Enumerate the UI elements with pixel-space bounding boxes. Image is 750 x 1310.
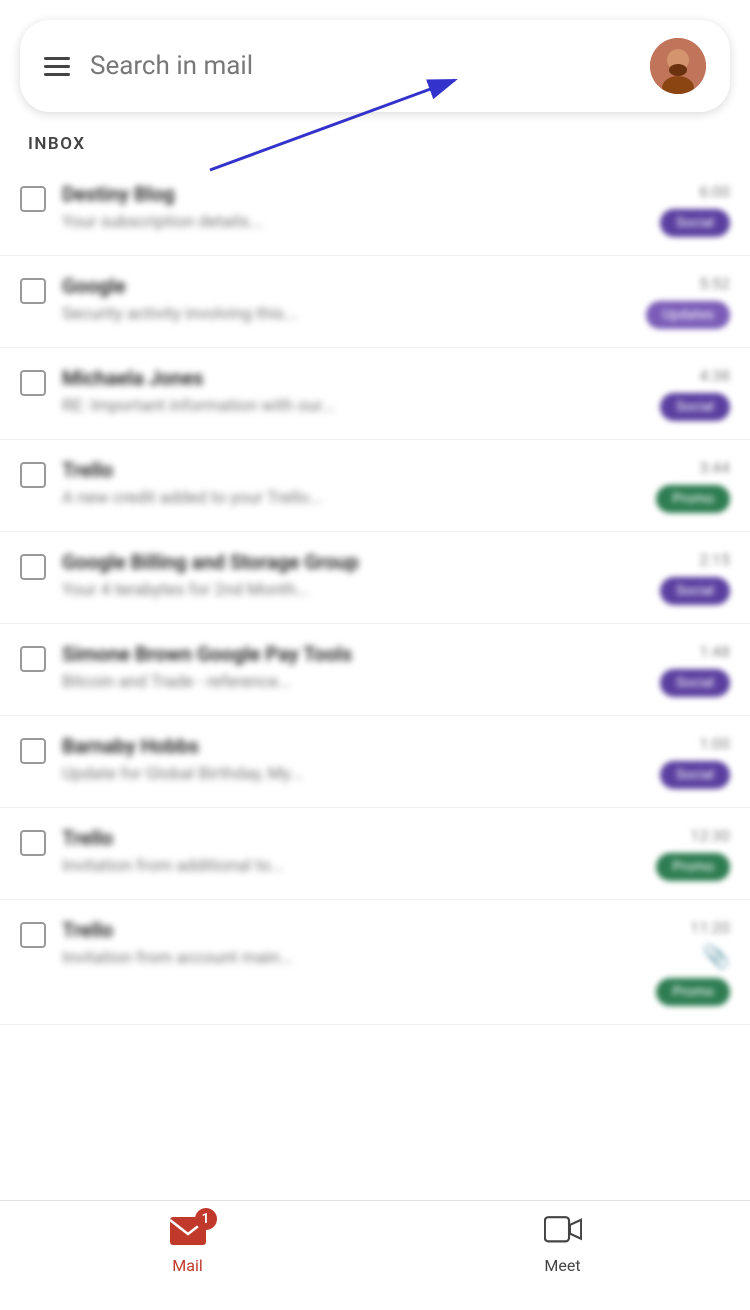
email-content: Trello Invitation from account main... — [62, 918, 646, 968]
email-sender: Simone Brown Google Pay Tools — [62, 642, 462, 666]
email-preview: RE: Important information with our... — [62, 396, 512, 416]
checkbox[interactable] — [20, 186, 46, 212]
email-meta: 1:48 Social — [660, 642, 730, 697]
email-sender: Google Billing and Storage Group — [62, 550, 462, 574]
email-meta: 5:52 Updates — [646, 274, 730, 329]
email-sender: Destiny Blog — [62, 182, 462, 206]
email-meta: 2:15 Social — [660, 550, 730, 605]
email-time: 5:52 — [699, 274, 730, 293]
email-item[interactable]: Destiny Blog Your subscription details..… — [0, 164, 750, 256]
email-checkbox-7[interactable] — [20, 738, 46, 764]
email-item[interactable]: Trello A new credit added to your Trello… — [0, 440, 750, 532]
email-checkbox-9[interactable] — [20, 922, 46, 948]
email-content: Trello A new credit added to your Trello… — [62, 458, 646, 508]
email-sender: Michaela Jones — [62, 366, 462, 390]
checkbox[interactable] — [20, 646, 46, 672]
email-checkbox-4[interactable] — [20, 462, 46, 488]
inbox-label: INBOX — [0, 112, 750, 164]
bottom-navigation: 1 Mail Meet — [0, 1200, 750, 1290]
email-time: 6:00 — [699, 182, 730, 201]
nav-mail[interactable]: 1 Mail — [129, 1208, 247, 1283]
email-meta: 6:00 Social — [660, 182, 730, 237]
avatar[interactable] — [650, 38, 706, 94]
mail-badge-count: 1 — [195, 1208, 217, 1230]
email-preview: A new credit added to your Trello... — [62, 488, 512, 508]
email-meta: 1:00 Social — [660, 734, 730, 789]
email-item[interactable]: Trello Invitation from account main... 1… — [0, 900, 750, 1025]
checkbox[interactable] — [20, 922, 46, 948]
email-item[interactable]: Simone Brown Google Pay Tools Bitcoin an… — [0, 624, 750, 716]
email-preview: Update for Global Birthday, My... — [62, 764, 512, 784]
email-badge: Updates — [646, 301, 730, 329]
email-meta: 12:30 Promo — [656, 826, 730, 881]
email-content: Barnaby Hobbs Update for Global Birthday… — [62, 734, 650, 784]
checkbox[interactable] — [20, 370, 46, 396]
email-badge: Social — [660, 669, 730, 697]
email-badge: Promo — [656, 485, 730, 513]
email-preview: Your 4 terabytes for 2nd Month... — [62, 580, 512, 600]
hamburger-menu[interactable] — [44, 57, 70, 76]
meet-icon-wrap — [544, 1216, 582, 1250]
email-sender: Trello — [62, 826, 462, 850]
email-preview: Your subscription details... — [62, 212, 512, 232]
email-time: 2:15 — [699, 550, 730, 569]
mail-nav-label: Mail — [172, 1256, 202, 1275]
email-badge: Social — [660, 577, 730, 605]
search-bar[interactable]: Search in mail — [20, 20, 730, 112]
email-badge: Social — [660, 393, 730, 421]
email-checkbox-6[interactable] — [20, 646, 46, 672]
email-preview: Bitcoin and Trade - reference... — [62, 672, 512, 692]
email-preview: Invitation from account main... — [62, 948, 512, 968]
email-content: Google Security activity involving this.… — [62, 274, 636, 324]
attachment-icon: 📎 — [703, 945, 730, 970]
email-time: 4:38 — [699, 366, 730, 385]
email-checkbox-8[interactable] — [20, 830, 46, 856]
email-checkbox-3[interactable] — [20, 370, 46, 396]
email-preview: Security activity involving this... — [62, 304, 512, 324]
email-preview: Invitation from additional to... — [62, 856, 512, 876]
email-sender: Trello — [62, 918, 462, 942]
checkbox[interactable] — [20, 830, 46, 856]
email-content: Michaela Jones RE: Important information… — [62, 366, 650, 416]
email-meta: 3:44 Promo — [656, 458, 730, 513]
email-time: 3:44 — [699, 458, 730, 477]
email-badge: Promo — [656, 978, 730, 1006]
email-time: 1:48 — [699, 642, 730, 661]
email-time: 1:00 — [699, 734, 730, 753]
email-content: Destiny Blog Your subscription details..… — [62, 182, 650, 232]
email-checkbox-1[interactable] — [20, 186, 46, 212]
email-sender: Barnaby Hobbs — [62, 734, 462, 758]
checkbox[interactable] — [20, 554, 46, 580]
nav-meet[interactable]: Meet — [504, 1208, 622, 1283]
meet-icon — [544, 1216, 582, 1246]
meet-nav-label: Meet — [544, 1256, 580, 1275]
email-checkbox-5[interactable] — [20, 554, 46, 580]
email-sender: Trello — [62, 458, 462, 482]
email-time: 12:30 — [690, 826, 730, 845]
email-item[interactable]: Google Security activity involving this.… — [0, 256, 750, 348]
email-content: Simone Brown Google Pay Tools Bitcoin an… — [62, 642, 650, 692]
email-badge: Promo — [656, 853, 730, 881]
checkbox[interactable] — [20, 462, 46, 488]
email-list: Destiny Blog Your subscription details..… — [0, 164, 750, 1125]
email-meta: 11:20 📎 Promo — [656, 918, 730, 1006]
checkbox[interactable] — [20, 738, 46, 764]
email-sender: Google — [62, 274, 462, 298]
email-meta: 4:38 Social — [660, 366, 730, 421]
checkbox[interactable] — [20, 278, 46, 304]
email-content: Trello Invitation from additional to... — [62, 826, 646, 876]
email-time: 11:20 — [690, 918, 730, 937]
email-content: Google Billing and Storage Group Your 4 … — [62, 550, 650, 600]
email-item[interactable]: Barnaby Hobbs Update for Global Birthday… — [0, 716, 750, 808]
email-badge: Social — [660, 209, 730, 237]
email-item[interactable]: Trello Invitation from additional to... … — [0, 808, 750, 900]
search-input[interactable]: Search in mail — [90, 51, 650, 81]
email-checkbox-2[interactable] — [20, 278, 46, 304]
email-badge: Social — [660, 761, 730, 789]
email-item[interactable]: Michaela Jones RE: Important information… — [0, 348, 750, 440]
email-item[interactable]: Google Billing and Storage Group Your 4 … — [0, 532, 750, 624]
mail-icon-wrap: 1 — [169, 1216, 207, 1250]
